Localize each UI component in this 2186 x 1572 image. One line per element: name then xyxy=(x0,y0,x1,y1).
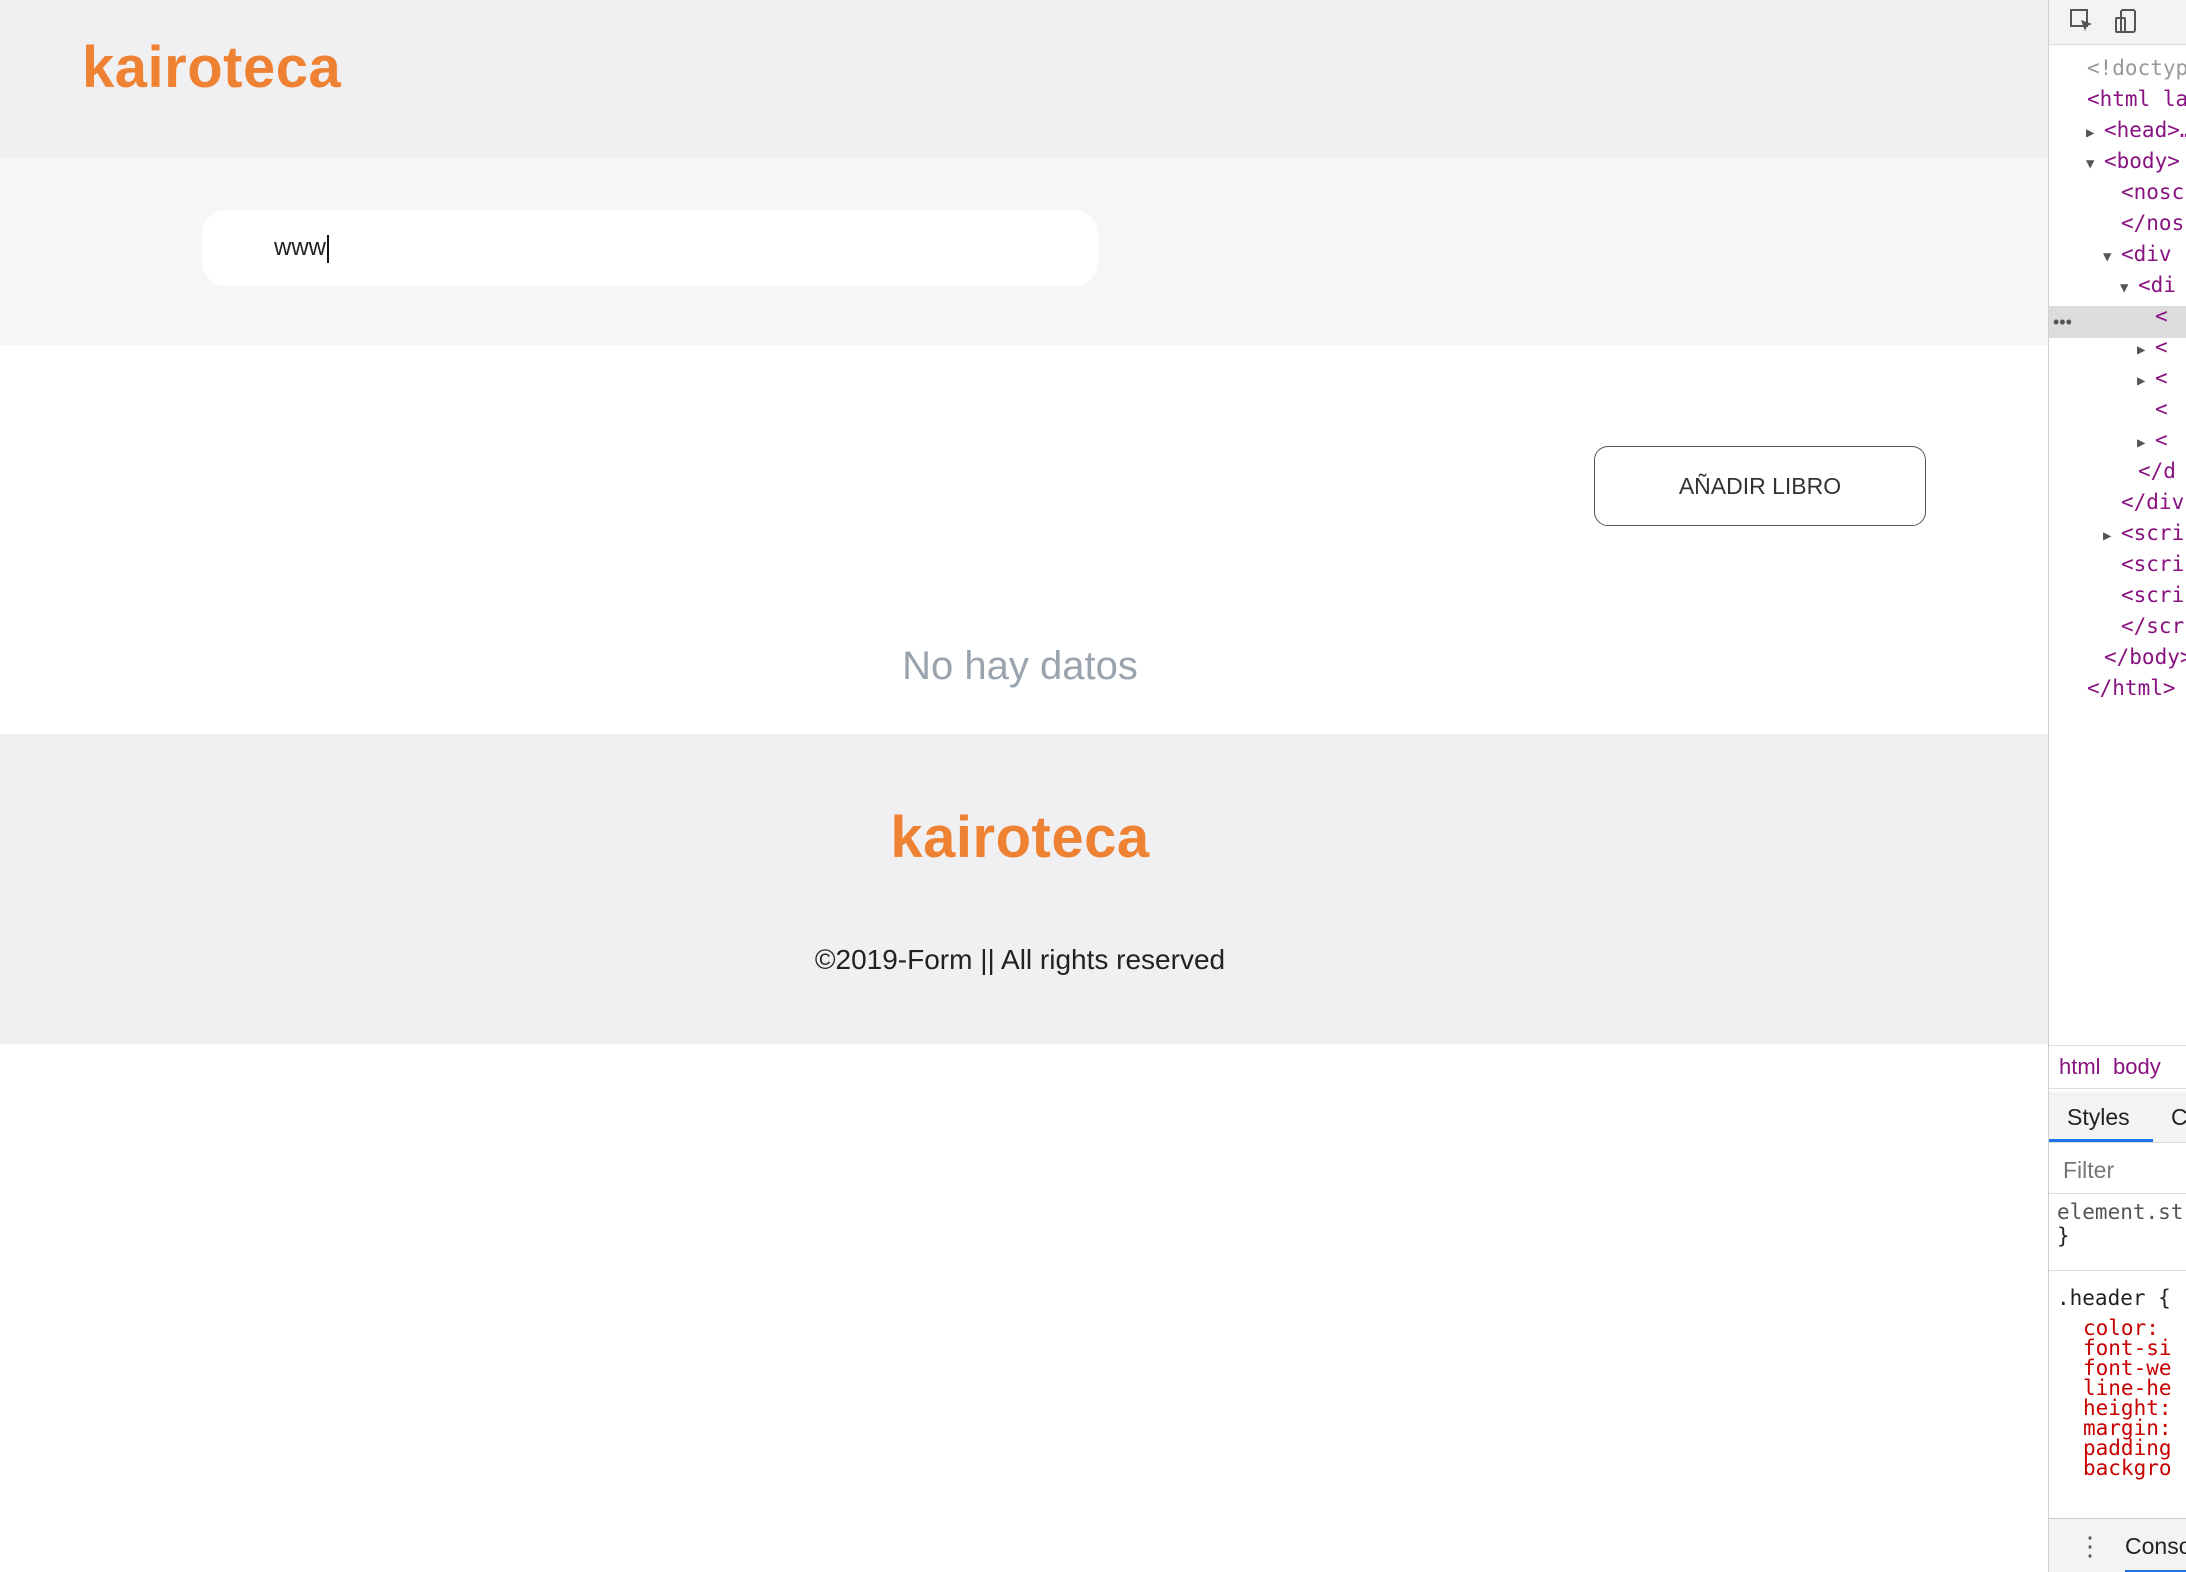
dom-node-text: </nos xyxy=(2121,211,2185,235)
expanded-triangle-icon[interactable]: ▼ xyxy=(2086,148,2104,180)
add-book-button[interactable]: AÑADIR LIBRO xyxy=(1594,446,1926,526)
dom-node-text: <scri xyxy=(2121,583,2185,607)
dom-node-text: <!doctype xyxy=(2087,56,2186,80)
dom-tree-line[interactable]: ▶ < xyxy=(2137,424,2168,456)
dom-node-text: <di xyxy=(2138,273,2176,297)
dom-tree-line[interactable]: ▼ <div xyxy=(2103,238,2172,270)
kebab-menu-icon[interactable]: ⋮ xyxy=(2077,1519,2103,1572)
breadcrumb-html[interactable]: html xyxy=(2059,1046,2101,1088)
footer-logo: kairoteca xyxy=(890,805,1150,870)
header-logo[interactable]: kairoteca xyxy=(82,34,341,101)
dom-tree-line[interactable]: ▶ <scri xyxy=(2103,517,2184,549)
breadcrumb-body[interactable]: body xyxy=(2113,1046,2161,1088)
dom-node-text: < xyxy=(2155,304,2168,328)
dom-tree-line[interactable]: </body> xyxy=(2086,641,2186,673)
dom-tree-line[interactable]: < xyxy=(2137,300,2168,332)
devtools-toolbar xyxy=(2049,0,2186,45)
styles-filter-input[interactable]: Filter xyxy=(2049,1146,2186,1194)
dom-node-text: </body> xyxy=(2104,645,2186,669)
dom-node-text: <html lan xyxy=(2087,87,2186,111)
tab-computed[interactable]: C xyxy=(2171,1092,2186,1142)
console-drawer: ⋮ Conso xyxy=(2049,1518,2186,1572)
devtools-panel: ••• <!doctype<html lan▶<head>…▼<body><no… xyxy=(2048,0,2186,1572)
top-header: kairoteca xyxy=(0,0,2048,158)
tab-styles[interactable]: Styles xyxy=(2049,1092,2153,1142)
device-toolbar-icon[interactable] xyxy=(2113,8,2139,34)
dom-tree-line[interactable]: </nos xyxy=(2103,207,2184,239)
dom-tree-line[interactable]: ▶ < xyxy=(2137,331,2168,363)
dom-tree-line[interactable]: < xyxy=(2137,393,2168,425)
dom-node-text: < xyxy=(2155,428,2168,452)
dom-node-text: < xyxy=(2155,335,2168,359)
dom-node-text: <div xyxy=(2121,242,2172,266)
dom-tree-line[interactable]: </scr xyxy=(2103,610,2184,642)
dom-tree-line[interactable]: <!doctype xyxy=(2069,52,2186,84)
dom-tree-line[interactable]: <html lan xyxy=(2069,83,2186,115)
css-property[interactable]: backgro xyxy=(2083,1454,2172,1482)
dom-node-text: < xyxy=(2155,366,2168,390)
element-style-selector: element.st xyxy=(2057,1200,2184,1224)
inspect-element-icon[interactable] xyxy=(2069,8,2095,34)
dom-tree-line[interactable]: </d xyxy=(2120,455,2176,487)
tab-console[interactable]: Conso xyxy=(2125,1519,2186,1572)
dom-tree-line[interactable]: ▼ <body> xyxy=(2086,145,2180,177)
styles-tab-bar: Styles C xyxy=(2049,1092,2186,1143)
dom-tree-line[interactable]: <nosc xyxy=(2103,176,2184,208)
dom-tree-line[interactable]: ▼ <di xyxy=(2120,269,2176,301)
element-style-close: } xyxy=(2057,1224,2070,1248)
dom-node-text: <scri xyxy=(2121,521,2185,545)
dom-node-text: <nosc xyxy=(2121,180,2185,204)
dom-row-menu[interactable]: ••• xyxy=(2053,306,2072,338)
search-input[interactable] xyxy=(202,210,1098,286)
dom-node-text: <scri xyxy=(2121,552,2185,576)
dom-node-text: </d xyxy=(2138,459,2176,483)
dom-tree-line[interactable]: ▶ < xyxy=(2137,362,2168,394)
text-caret xyxy=(327,235,329,263)
footer xyxy=(0,734,2048,1044)
dom-node-text: <head>… xyxy=(2104,118,2186,142)
dom-tree-line[interactable]: <scri xyxy=(2103,548,2184,580)
expanded-triangle-icon[interactable]: ▼ xyxy=(2120,272,2138,304)
app-page: kairoteca AÑADIR LIBRO No hay datos kair… xyxy=(0,0,2048,1572)
breadcrumb: html body xyxy=(2049,1045,2186,1089)
dom-node-text: </scr xyxy=(2121,614,2185,638)
dom-tree-line[interactable]: </div xyxy=(2103,486,2184,518)
dom-node-text: </html> xyxy=(2087,676,2176,700)
dom-tree-line[interactable]: </html> xyxy=(2069,672,2176,704)
expanded-triangle-icon[interactable]: ▼ xyxy=(2103,241,2121,273)
empty-state-message: No hay datos xyxy=(902,644,1138,688)
dom-node-text: </div xyxy=(2121,490,2185,514)
dom-tree-line[interactable]: <scri xyxy=(2103,579,2184,611)
dom-tree-line[interactable]: ▶ <head>… xyxy=(2086,114,2186,146)
footer-copyright: ©2019-Form || All rights reserved xyxy=(814,944,1226,975)
rule-divider xyxy=(2049,1270,2186,1271)
dom-node-text: <body> xyxy=(2104,149,2180,173)
dom-node-text: < xyxy=(2155,397,2168,421)
header-rule-selector: .header { xyxy=(2057,1286,2171,1310)
